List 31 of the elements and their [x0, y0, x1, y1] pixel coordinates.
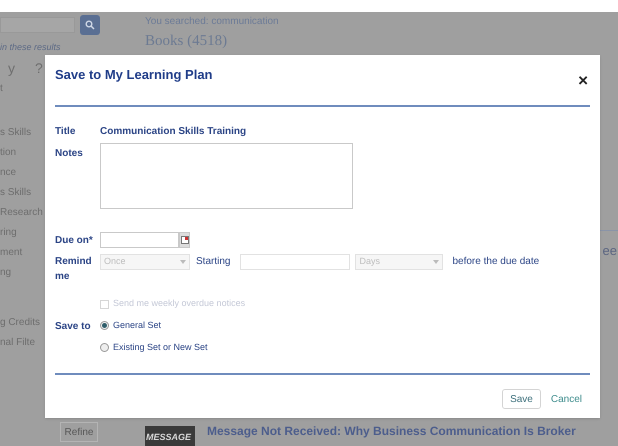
calendar-button[interactable]	[179, 232, 190, 248]
refine-hint: in these results	[0, 41, 62, 54]
radio-button[interactable]	[100, 342, 109, 352]
title-value: Communication Skills Training	[100, 125, 246, 139]
sidebar-item[interactable]: ?	[35, 58, 43, 78]
radio-label: Existing Set or New Set	[113, 340, 208, 354]
dialog-title: Save to My Learning Plan	[55, 66, 212, 84]
field-label: Due on*	[55, 234, 94, 248]
checkbox-label: Send me weekly overdue notices	[113, 297, 246, 310]
radio-button[interactable]	[100, 321, 109, 330]
field-label: Title	[55, 125, 76, 139]
starting-label: Starting	[196, 255, 230, 269]
text-fragment: ee	[602, 242, 618, 260]
save-button[interactable]: Save	[502, 389, 541, 409]
suffix-label: before the due date	[452, 255, 540, 269]
result-title-link[interactable]: Message Not Received: Why Business Communication Is Broker	[207, 422, 576, 446]
search-button[interactable]	[80, 15, 100, 35]
field-label: Remind me	[55, 255, 93, 284]
field-label: Notes	[55, 147, 84, 161]
refine-button[interactable]: Refine	[60, 422, 98, 442]
calendar-icon	[180, 236, 188, 244]
field-label: Save to	[55, 320, 92, 334]
close-button[interactable]: ×	[578, 72, 588, 89]
cancel-link[interactable]: Cancel	[550, 392, 582, 406]
radio-label: General Set	[113, 319, 162, 332]
dropdown-arrow-icon	[433, 260, 440, 264]
book-cover-thumbnail: MESSAGE	[145, 426, 195, 446]
dropdown-arrow-icon	[180, 260, 186, 264]
search-icon	[85, 20, 95, 30]
due-date-field[interactable]	[100, 232, 179, 248]
notes-field[interactable]	[100, 143, 353, 209]
